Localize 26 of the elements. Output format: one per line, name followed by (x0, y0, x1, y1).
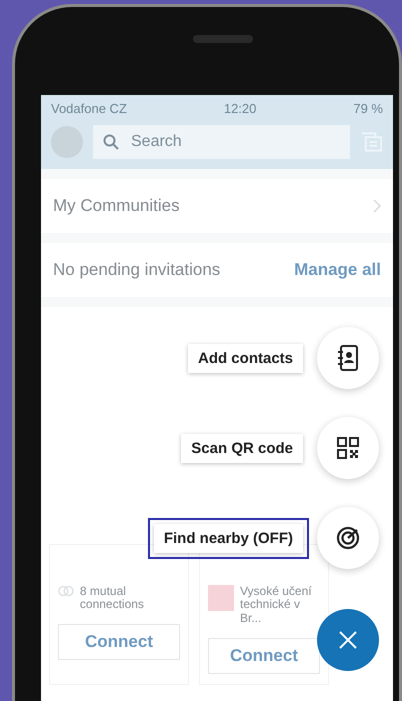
school-logo (208, 584, 234, 611)
list-row[interactable]: No pending invitations Manage all (41, 243, 393, 297)
menu-label[interactable]: Add contacts (188, 344, 303, 372)
search-icon (103, 134, 119, 150)
chevron-right-icon (373, 199, 381, 213)
close-icon (338, 630, 358, 650)
manage-all-link[interactable]: Manage all (294, 260, 381, 280)
menu-label[interactable]: Find nearby (OFF) (154, 524, 303, 552)
connect-button[interactable]: Connect (58, 624, 180, 660)
speaker-grille (193, 35, 253, 43)
connect-button[interactable]: Connect (208, 638, 320, 674)
card-detail: Vysoké učení technické v Br... (240, 584, 313, 626)
search-field[interactable]: Search (93, 125, 350, 159)
clock: 12:20 (224, 100, 256, 116)
address-book-icon (336, 345, 360, 371)
search-input[interactable]: Search (129, 132, 340, 152)
qr-code-icon (337, 437, 359, 459)
carrier-label: Vodafone CZ (51, 100, 127, 116)
menu-label[interactable]: Scan QR code (181, 434, 303, 462)
row-label: My Communities (53, 196, 180, 216)
row-label: No pending invitations (53, 260, 220, 280)
list-row[interactable]: My Communities (41, 179, 393, 233)
battery-percent: 79 % (353, 100, 383, 116)
mutual-connections-icon (58, 584, 74, 597)
card-detail: 8 mutual connections (80, 584, 145, 612)
radar-icon (336, 526, 360, 550)
